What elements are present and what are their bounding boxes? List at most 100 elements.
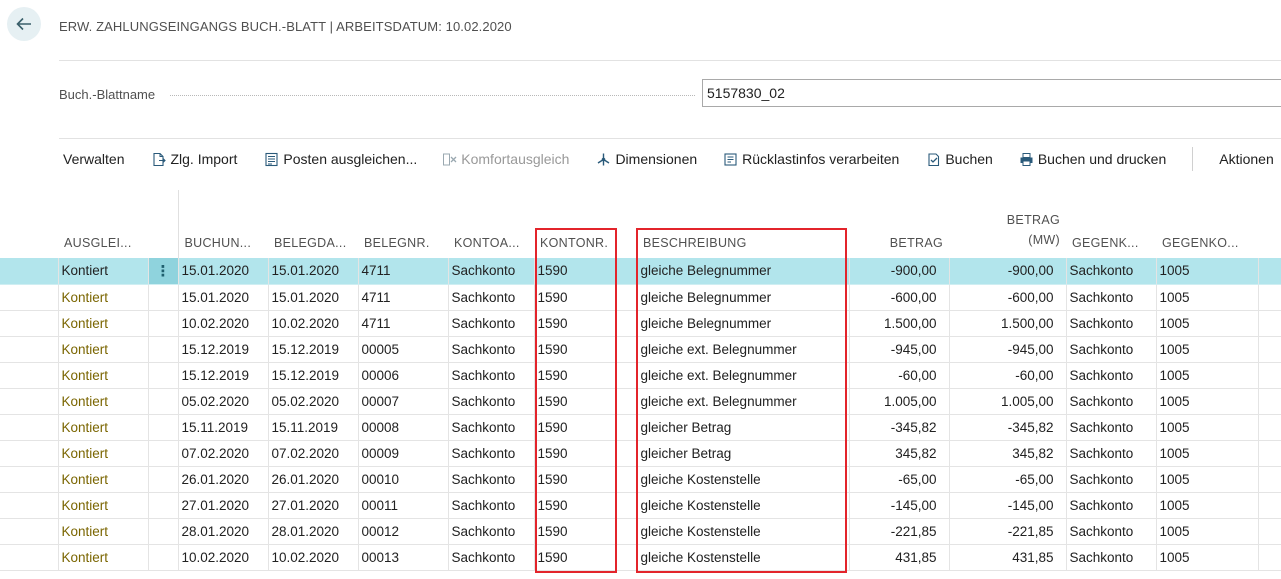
cell-gegenkontoart[interactable]: Sachkonto: [1065, 466, 1156, 493]
cell-betrag-mw[interactable]: -60,00: [948, 362, 1066, 389]
verwalten-menu[interactable]: Verwalten: [63, 151, 124, 167]
cell-status[interactable]: Kontiert: [57, 492, 148, 519]
cell-betrag-mw[interactable]: -600,00: [948, 284, 1066, 311]
batch-name-input[interactable]: [702, 79, 1281, 107]
back-button[interactable]: [7, 7, 41, 41]
cell-kontonr[interactable]: 1590: [533, 492, 637, 519]
cell-gegenkontonr[interactable]: 1005: [1155, 258, 1258, 285]
cell-gegenkontonr[interactable]: 1005: [1155, 440, 1258, 467]
cell-gegenkontoart[interactable]: Sachkonto: [1065, 310, 1156, 337]
cell-kontoart[interactable]: Sachkonto: [447, 388, 534, 415]
cell-kontonr[interactable]: 1590: [533, 284, 637, 311]
cell-kontonr[interactable]: 1590: [533, 362, 637, 389]
cell-buchungsdatum[interactable]: 10.02.2020: [177, 310, 268, 337]
cell-belegdatum[interactable]: 10.02.2020: [267, 544, 358, 571]
cell-gegenkontonr[interactable]: 1005: [1155, 362, 1258, 389]
cell-kontoart[interactable]: Sachkonto: [447, 492, 534, 519]
cell-belegnr[interactable]: 00005: [357, 336, 448, 363]
cell-belegnr[interactable]: 00009: [357, 440, 448, 467]
cell-belegnr[interactable]: 00008: [357, 414, 448, 441]
cell-belegnr[interactable]: 00011: [357, 492, 448, 519]
col-belegnr[interactable]: BELEGNR.: [358, 190, 448, 258]
cell-gegenkontoart[interactable]: Sachkonto: [1065, 362, 1156, 389]
cell-belegdatum[interactable]: 15.11.2019: [267, 414, 358, 441]
cell-beschreibung[interactable]: gleiche Kostenstelle: [636, 492, 849, 519]
cell-kontonr[interactable]: 1590: [533, 310, 637, 337]
cell-betrag[interactable]: -945,00: [848, 336, 949, 363]
cell-kontonr[interactable]: 1590: [533, 518, 637, 545]
ruecklast-button[interactable]: Rücklastinfos verarbeiten: [723, 151, 899, 167]
cell-betrag-mw[interactable]: -145,00: [948, 492, 1066, 519]
cell-kontoart[interactable]: Sachkonto: [447, 310, 534, 337]
cell-buchungsdatum[interactable]: 15.01.2020: [177, 284, 268, 311]
table-row[interactable]: Kontiert 05.02.2020 05.02.2020 00007 Sac…: [0, 388, 1281, 415]
cell-status[interactable]: Kontiert: [57, 440, 148, 467]
cell-betrag[interactable]: -65,00: [848, 466, 949, 493]
cell-beschreibung[interactable]: gleiche ext. Belegnummer: [636, 336, 849, 363]
cell-buchungsdatum[interactable]: 28.01.2020: [177, 518, 268, 545]
cell-gegenkontoart[interactable]: Sachkonto: [1065, 492, 1156, 519]
cell-betrag[interactable]: 1.500,00: [848, 310, 949, 337]
cell-buchungsdatum[interactable]: 07.02.2020: [177, 440, 268, 467]
cell-status[interactable]: Kontiert: [57, 414, 148, 441]
cell-betrag[interactable]: 1.005,00: [848, 388, 949, 415]
col-gegenkontonr[interactable]: GEGENKO...: [1156, 190, 1258, 258]
col-gegenkontoart[interactable]: GEGENK...: [1066, 190, 1156, 258]
col-kontoart[interactable]: KONTOA...: [448, 190, 534, 258]
cell-buchungsdatum[interactable]: 15.01.2020: [177, 258, 268, 285]
cell-kontoart[interactable]: Sachkonto: [447, 440, 534, 467]
table-row[interactable]: Kontiert 07.02.2020 07.02.2020 00009 Sac…: [0, 440, 1281, 467]
table-row[interactable]: Kontiert 15.12.2019 15.12.2019 00006 Sac…: [0, 362, 1281, 389]
col-buchungsdatum[interactable]: BUCHUN...: [177, 190, 268, 258]
cell-status[interactable]: Kontiert: [57, 310, 148, 337]
cell-kontonr[interactable]: 1590: [533, 440, 637, 467]
cell-status[interactable]: Kontiert: [57, 544, 148, 571]
cell-gegenkontonr[interactable]: 1005: [1155, 414, 1258, 441]
cell-buchungsdatum[interactable]: 15.11.2019: [177, 414, 268, 441]
cell-buchungsdatum[interactable]: 26.01.2020: [177, 466, 268, 493]
cell-gegenkontoart[interactable]: Sachkonto: [1065, 336, 1156, 363]
cell-gegenkontonr[interactable]: 1005: [1155, 388, 1258, 415]
cell-gegenkontonr[interactable]: 1005: [1155, 336, 1258, 363]
cell-beschreibung[interactable]: gleicher Betrag: [636, 440, 849, 467]
col-betrag-mw[interactable]: BETRAG (MW): [949, 190, 1066, 258]
dimensionen-button[interactable]: Dimensionen: [596, 151, 697, 167]
cell-buchungsdatum[interactable]: 27.01.2020: [177, 492, 268, 519]
cell-beschreibung[interactable]: gleiche Kostenstelle: [636, 544, 849, 571]
cell-betrag[interactable]: -145,00: [848, 492, 949, 519]
col-ausgleich[interactable]: AUSGLEI...: [58, 190, 148, 258]
cell-betrag[interactable]: 345,82: [848, 440, 949, 467]
col-belegdatum[interactable]: BELEGDA...: [268, 190, 358, 258]
cell-gegenkontoart[interactable]: Sachkonto: [1065, 388, 1156, 415]
cell-belegdatum[interactable]: 07.02.2020: [267, 440, 358, 467]
cell-belegnr[interactable]: 00013: [357, 544, 448, 571]
cell-gegenkontoart[interactable]: Sachkonto: [1065, 414, 1156, 441]
cell-belegnr[interactable]: 00012: [357, 518, 448, 545]
cell-belegdatum[interactable]: 15.01.2020: [267, 284, 358, 311]
cell-belegnr[interactable]: 4711: [357, 284, 448, 311]
cell-belegdatum[interactable]: 26.01.2020: [267, 466, 358, 493]
buchen-button[interactable]: Buchen: [926, 151, 993, 167]
cell-beschreibung[interactable]: gleiche ext. Belegnummer: [636, 388, 849, 415]
col-beschreibung[interactable]: BESCHREIBUNG: [637, 190, 849, 258]
cell-betrag-mw[interactable]: -945,00: [948, 336, 1066, 363]
cell-gegenkontonr[interactable]: 1005: [1155, 518, 1258, 545]
cell-kontoart[interactable]: Sachkonto: [447, 258, 534, 285]
cell-gegenkontoart[interactable]: Sachkonto: [1065, 518, 1156, 545]
cell-status[interactable]: Kontiert: [57, 336, 148, 363]
cell-beschreibung[interactable]: gleicher Betrag: [636, 414, 849, 441]
cell-belegnr[interactable]: 00006: [357, 362, 448, 389]
cell-betrag[interactable]: -600,00: [848, 284, 949, 311]
cell-kontonr[interactable]: 1590: [533, 414, 637, 441]
cell-status[interactable]: Kontiert: [57, 284, 148, 311]
cell-betrag-mw[interactable]: -345,82: [948, 414, 1066, 441]
cell-belegdatum[interactable]: 15.12.2019: [267, 336, 358, 363]
cell-belegnr[interactable]: 00010: [357, 466, 448, 493]
cell-gegenkontonr[interactable]: 1005: [1155, 466, 1258, 493]
table-row[interactable]: Kontiert 15.11.2019 15.11.2019 00008 Sac…: [0, 414, 1281, 441]
cell-belegnr[interactable]: 4711: [357, 258, 448, 285]
cell-gegenkontoart[interactable]: Sachkonto: [1065, 284, 1156, 311]
cell-gegenkontoart[interactable]: Sachkonto: [1065, 544, 1156, 571]
cell-betrag-mw[interactable]: 431,85: [948, 544, 1066, 571]
cell-betrag[interactable]: 431,85: [848, 544, 949, 571]
